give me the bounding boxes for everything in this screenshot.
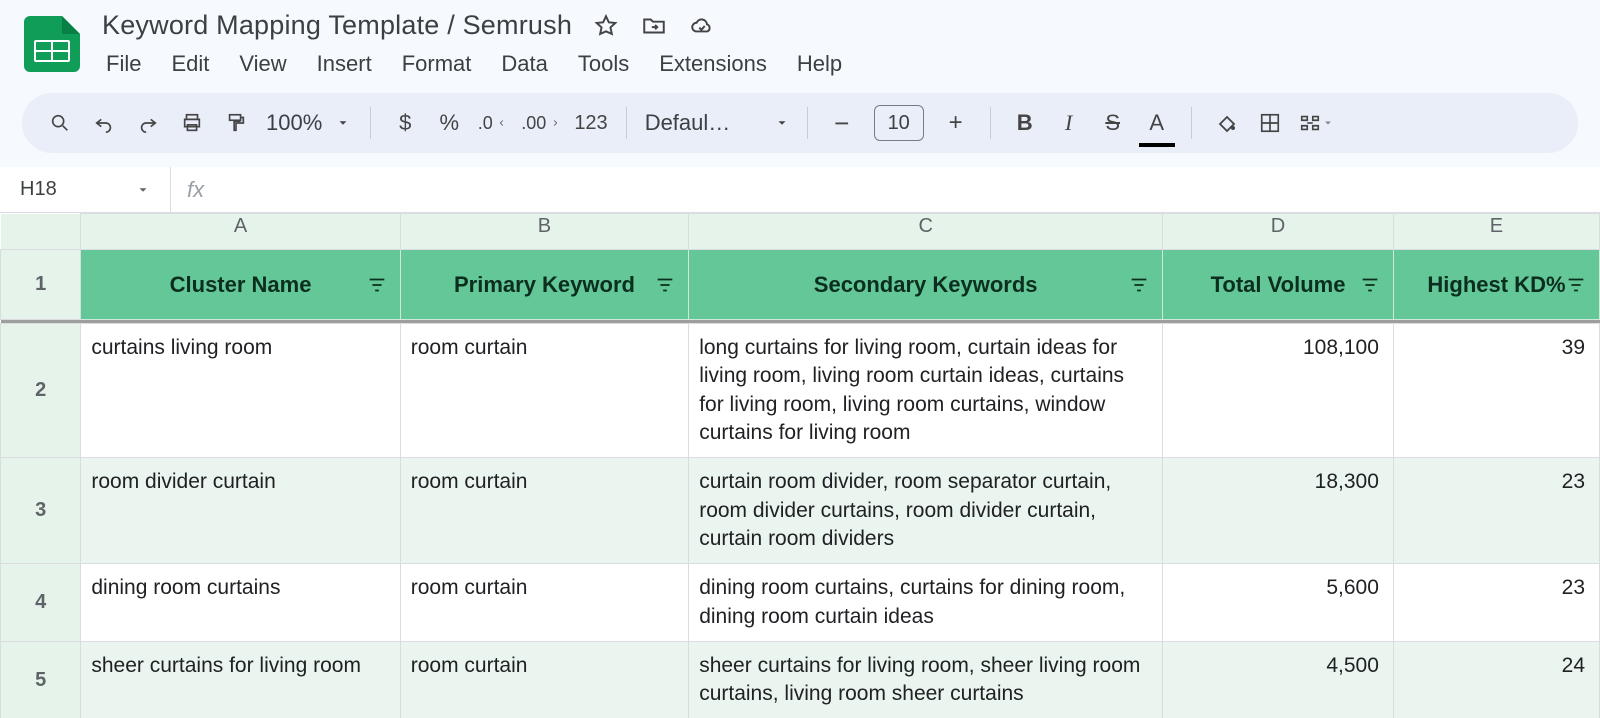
star-icon[interactable]	[592, 12, 620, 40]
increase-font-size-button[interactable]: +	[936, 103, 976, 143]
menu-data[interactable]: Data	[501, 51, 547, 77]
redo-icon[interactable]	[128, 103, 168, 143]
filter-icon[interactable]	[1128, 274, 1150, 296]
strikethrough-button[interactable]: S	[1093, 103, 1133, 143]
table-row: 5sheer curtains for living roomroom curt…	[1, 642, 1600, 718]
filter-icon[interactable]	[1359, 274, 1381, 296]
bold-button[interactable]: B	[1005, 103, 1045, 143]
row-header[interactable]: 5	[1, 642, 81, 718]
document-title[interactable]: Keyword Mapping Template / Semrush	[102, 10, 572, 41]
filter-icon[interactable]	[366, 274, 388, 296]
cell-total-volume[interactable]: 5,600	[1163, 564, 1394, 642]
cell-total-volume[interactable]: 108,100	[1163, 324, 1394, 458]
cell-highest-kd[interactable]: 23	[1393, 564, 1599, 642]
menu-file[interactable]: File	[106, 51, 141, 77]
number-format-button[interactable]: 123	[570, 103, 611, 143]
decrease-decimal-icon[interactable]: .0	[473, 103, 513, 143]
caret-down-icon	[336, 116, 350, 130]
zoom-select[interactable]: 100%	[260, 110, 356, 136]
move-folder-icon[interactable]	[640, 12, 668, 40]
cell-highest-kd[interactable]: 23	[1393, 458, 1599, 564]
fill-color-button[interactable]	[1206, 103, 1246, 143]
cell-reference: H18	[20, 178, 57, 201]
menu-edit[interactable]: Edit	[171, 51, 209, 77]
caret-down-icon	[136, 183, 150, 197]
select-all-corner[interactable]	[1, 214, 81, 250]
borders-button[interactable]	[1250, 103, 1290, 143]
cell-secondary-keywords[interactable]: sheer curtains for living room, sheer li…	[689, 642, 1163, 718]
cell-total-volume[interactable]: 18,300	[1163, 458, 1394, 564]
cell-primary-keyword[interactable]: room curtain	[400, 642, 688, 718]
italic-button[interactable]: I	[1049, 103, 1089, 143]
row-header[interactable]: 2	[1, 324, 81, 458]
cell-primary-keyword[interactable]: room curtain	[400, 458, 688, 564]
cell-primary-keyword[interactable]: room curtain	[400, 564, 688, 642]
menu-insert[interactable]: Insert	[317, 51, 372, 77]
spreadsheet-grid[interactable]: A B C D E 1 Cluster Name Primary Keyword…	[0, 213, 1600, 718]
paint-format-icon[interactable]	[216, 103, 256, 143]
zoom-value: 100%	[266, 110, 322, 136]
cloud-status-icon[interactable]	[688, 12, 716, 40]
font-select[interactable]: Defaul…	[641, 103, 793, 143]
cell-cluster-name[interactable]: sheer curtains for living room	[81, 642, 400, 718]
search-icon[interactable]	[40, 103, 80, 143]
menu-format[interactable]: Format	[402, 51, 472, 77]
sheets-app-icon[interactable]	[24, 16, 80, 72]
increase-decimal-icon[interactable]: .00	[517, 103, 566, 143]
decrease-font-size-button[interactable]: −	[822, 103, 862, 143]
caret-down-icon	[775, 116, 789, 130]
col-header-A[interactable]: A	[81, 214, 400, 250]
name-box[interactable]: H18	[0, 178, 170, 201]
table-row: 4dining room curtainsroom curtaindining …	[1, 564, 1600, 642]
cell-primary-keyword[interactable]: room curtain	[400, 324, 688, 458]
header-secondary-keywords[interactable]: Secondary Keywords	[689, 250, 1163, 320]
cell-secondary-keywords[interactable]: long curtains for living room, curtain i…	[689, 324, 1163, 458]
toolbar: 100% $ % .0 .00 123 Defaul… − 10 + B I S…	[22, 93, 1578, 153]
font-name-label: Defaul…	[645, 110, 765, 136]
cell-secondary-keywords[interactable]: dining room curtains, curtains for dinin…	[689, 564, 1163, 642]
header-cluster-name[interactable]: Cluster Name	[81, 250, 400, 320]
table-row: 3room divider curtainroom curtaincurtain…	[1, 458, 1600, 564]
percent-format-icon[interactable]: %	[429, 103, 469, 143]
currency-format-icon[interactable]: $	[385, 103, 425, 143]
cell-highest-kd[interactable]: 39	[1393, 324, 1599, 458]
app-header: Keyword Mapping Template / Semrush File …	[0, 0, 1600, 87]
col-header-E[interactable]: E	[1393, 214, 1599, 250]
text-color-button[interactable]: A	[1137, 103, 1177, 143]
menu-bar: File Edit View Insert Format Data Tools …	[102, 41, 846, 87]
table-row: 2curtains living roomroom curtainlong cu…	[1, 324, 1600, 458]
menu-view[interactable]: View	[239, 51, 286, 77]
menu-help[interactable]: Help	[797, 51, 842, 77]
column-header-row: A B C D E	[1, 214, 1600, 250]
header-highest-kd[interactable]: Highest KD%	[1393, 250, 1599, 320]
col-header-D[interactable]: D	[1163, 214, 1394, 250]
merge-cells-button[interactable]	[1294, 103, 1338, 143]
undo-icon[interactable]	[84, 103, 124, 143]
print-icon[interactable]	[172, 103, 212, 143]
cell-cluster-name[interactable]: curtains living room	[81, 324, 400, 458]
fx-icon[interactable]: fx	[170, 167, 220, 212]
table-header-row: 1 Cluster Name Primary Keyword Secondary…	[1, 250, 1600, 320]
row-header[interactable]: 3	[1, 458, 81, 564]
cell-highest-kd[interactable]: 24	[1393, 642, 1599, 718]
filter-icon[interactable]	[1565, 274, 1587, 296]
row-header-1[interactable]: 1	[1, 250, 81, 320]
formula-bar: H18 fx	[0, 167, 1600, 213]
filter-icon[interactable]	[654, 274, 676, 296]
row-header[interactable]: 4	[1, 564, 81, 642]
header-primary-keyword[interactable]: Primary Keyword	[400, 250, 688, 320]
col-header-C[interactable]: C	[689, 214, 1163, 250]
cell-total-volume[interactable]: 4,500	[1163, 642, 1394, 718]
menu-tools[interactable]: Tools	[578, 51, 629, 77]
header-total-volume[interactable]: Total Volume	[1163, 250, 1394, 320]
cell-secondary-keywords[interactable]: curtain room divider, room separator cur…	[689, 458, 1163, 564]
cell-cluster-name[interactable]: dining room curtains	[81, 564, 400, 642]
cell-cluster-name[interactable]: room divider curtain	[81, 458, 400, 564]
caret-down-icon	[1322, 117, 1334, 129]
col-header-B[interactable]: B	[400, 214, 688, 250]
font-size-input[interactable]: 10	[874, 105, 924, 141]
menu-extensions[interactable]: Extensions	[659, 51, 767, 77]
